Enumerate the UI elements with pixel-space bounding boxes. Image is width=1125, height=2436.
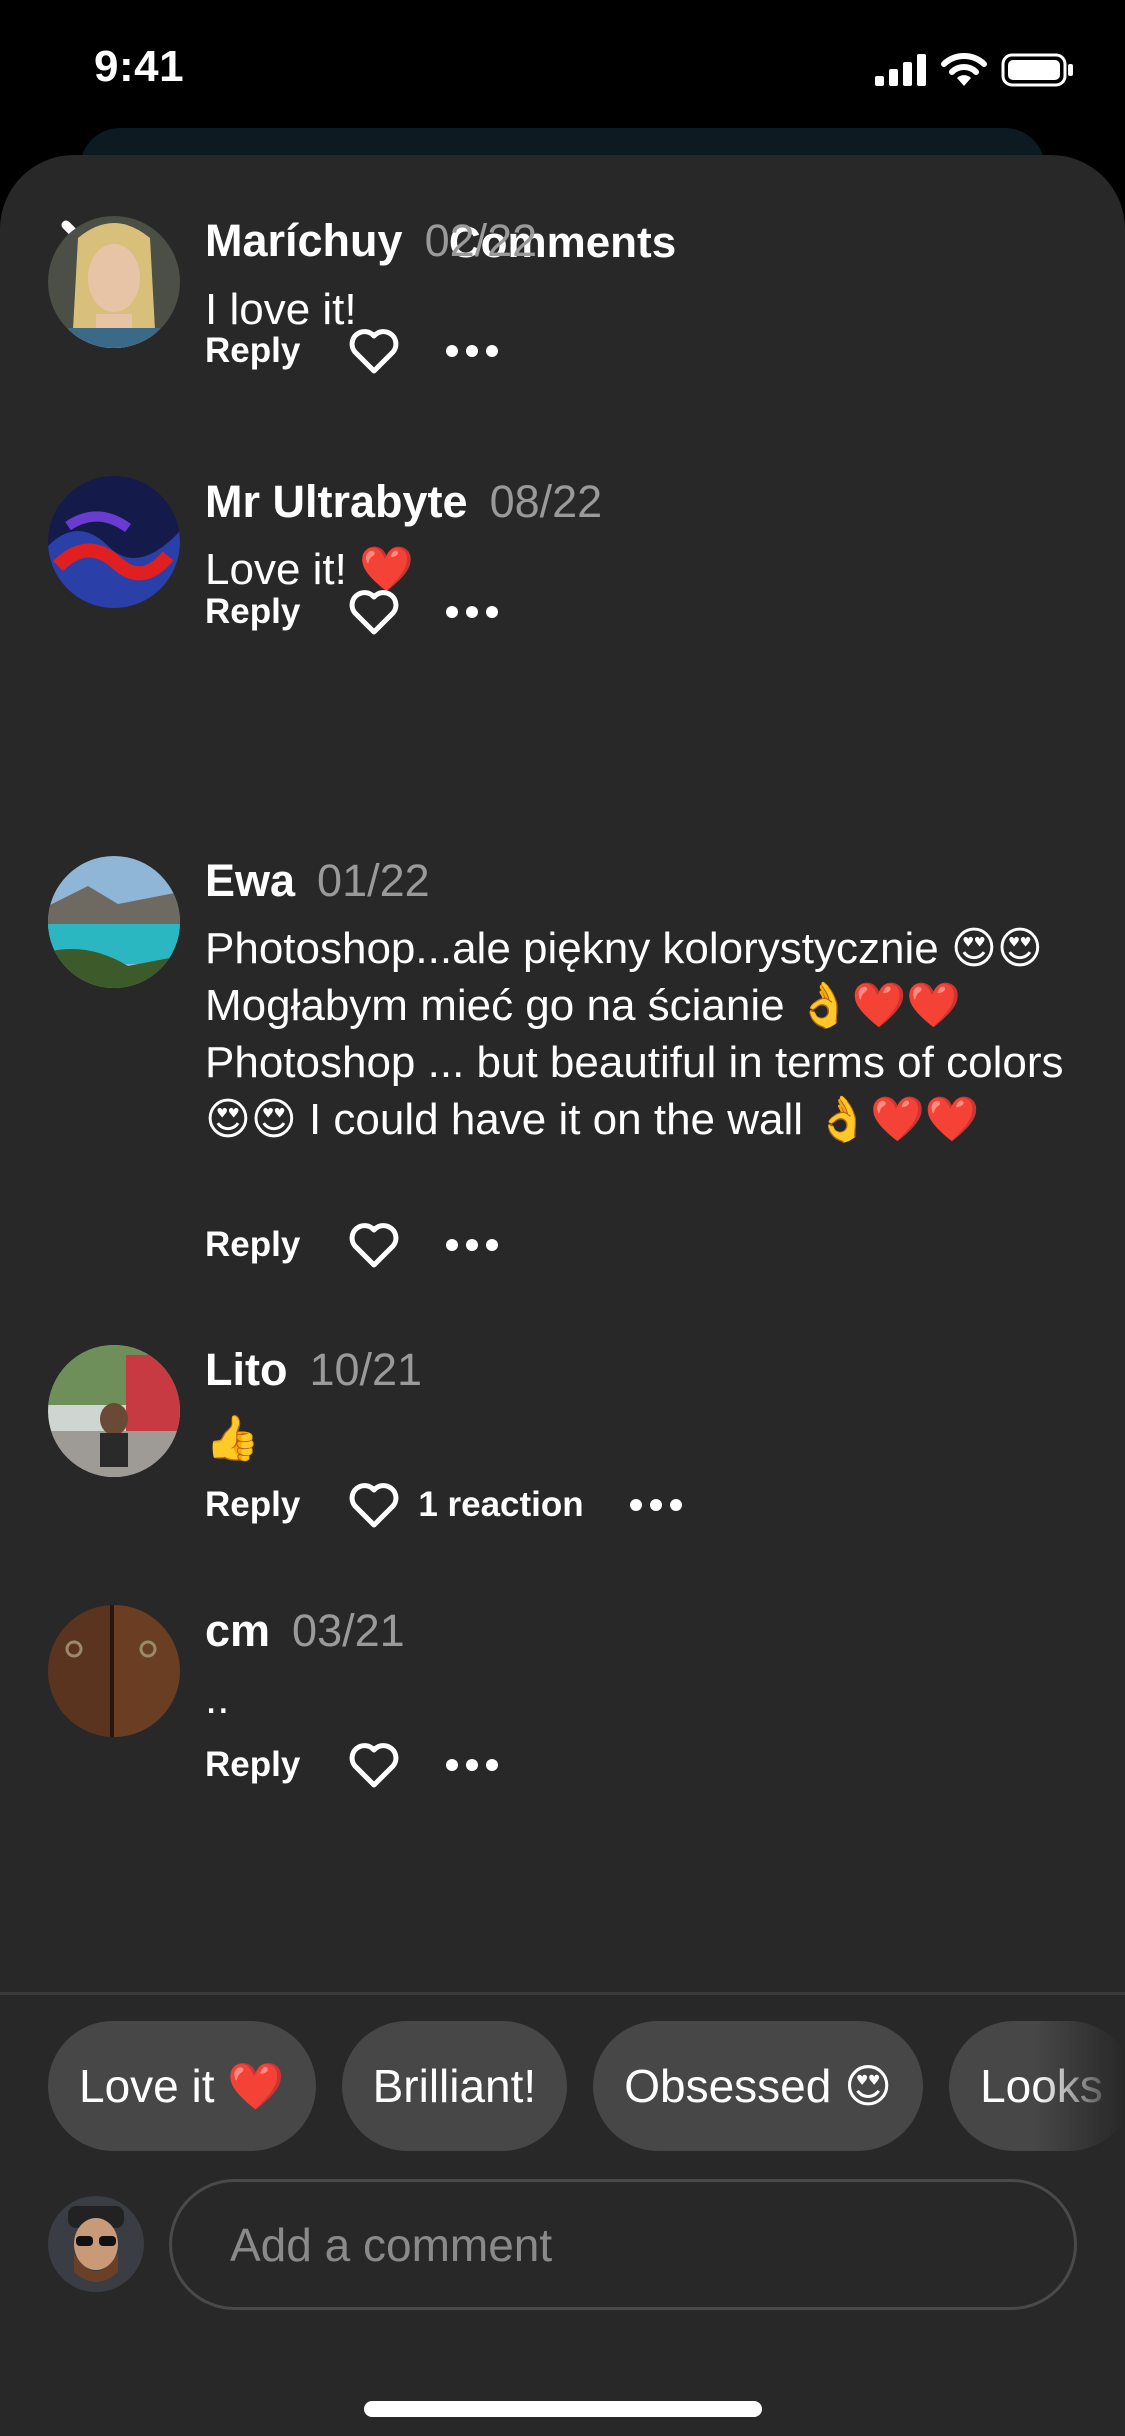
- more-horizontal-icon[interactable]: [446, 1758, 499, 1772]
- more-horizontal-icon[interactable]: [446, 605, 499, 619]
- comment-header: Maríchuy 02/22: [205, 215, 537, 267]
- quick-replies: Love it ❤️ Brilliant! Obsessed 😍 Looks: [48, 2021, 1125, 2151]
- reaction-count[interactable]: 1 reaction: [418, 1485, 583, 1525]
- comment-date: 01/22: [317, 855, 430, 906]
- quick-reply-chip[interactable]: Love it ❤️: [48, 2021, 316, 2151]
- comment-header: Mr Ultrabyte 08/22: [205, 476, 602, 528]
- comment-actions: Reply: [205, 582, 499, 642]
- reply-button[interactable]: Reply: [205, 331, 300, 371]
- reply-button[interactable]: Reply: [205, 592, 300, 632]
- comment-date: 10/21: [309, 1344, 423, 1395]
- comment-actions: Reply: [205, 1215, 499, 1275]
- comment-author[interactable]: Lito: [205, 1344, 287, 1395]
- heart-outline-icon[interactable]: [348, 1221, 400, 1269]
- more-horizontal-icon[interactable]: [446, 344, 499, 358]
- comment-author[interactable]: cm: [205, 1605, 270, 1656]
- comment-input[interactable]: [169, 2179, 1077, 2310]
- current-user-avatar[interactable]: [48, 2196, 144, 2292]
- avatar[interactable]: [48, 216, 180, 348]
- quick-reply-chip[interactable]: Brilliant!: [341, 2021, 568, 2151]
- comment-text: ..: [205, 1674, 230, 1723]
- comment-author[interactable]: Ewa: [205, 855, 295, 906]
- home-indicator: [364, 2401, 762, 2417]
- comment-text: 👍: [205, 1414, 260, 1463]
- comment-author[interactable]: Mr Ultrabyte: [205, 476, 468, 527]
- status-icons: [875, 50, 1075, 90]
- comment-actions: Reply 1 reaction: [205, 1475, 682, 1535]
- composer-divider: [0, 1992, 1125, 1995]
- reply-button[interactable]: Reply: [205, 1745, 300, 1785]
- more-horizontal-icon[interactable]: [446, 1238, 499, 1252]
- reply-button[interactable]: Reply: [205, 1225, 300, 1265]
- avatar[interactable]: [48, 1345, 180, 1477]
- reply-button[interactable]: Reply: [205, 1485, 300, 1525]
- comment-date: 02/22: [424, 215, 538, 266]
- heart-outline-icon[interactable]: [348, 1741, 400, 1789]
- chips-fade: [1035, 2021, 1125, 2151]
- avatar[interactable]: [48, 1605, 180, 1737]
- comment-header: Ewa 01/22: [205, 855, 430, 907]
- avatar[interactable]: [48, 476, 180, 608]
- comment-date: 08/22: [489, 476, 603, 527]
- comment-actions: Reply: [205, 321, 499, 381]
- comment-text: Photoshop...ale piękny kolorystycznie 😍😍…: [205, 924, 1064, 1144]
- comment-header: cm 03/21: [205, 1605, 405, 1657]
- comment-author[interactable]: Maríchuy: [205, 215, 403, 266]
- status-time: 9:41: [94, 42, 185, 91]
- cellular-signal-icon: [875, 54, 926, 86]
- battery-icon: [1001, 53, 1073, 87]
- comment-actions: Reply: [205, 1735, 499, 1795]
- quick-reply-chip[interactable]: Obsessed 😍: [593, 2021, 924, 2151]
- wifi-icon: [941, 53, 987, 86]
- heart-outline-icon[interactable]: [348, 588, 400, 636]
- avatar[interactable]: [48, 856, 180, 988]
- comment-header: Lito 10/21: [205, 1344, 422, 1396]
- heart-outline-icon[interactable]: [348, 327, 400, 375]
- comment-date: 03/21: [292, 1605, 405, 1656]
- more-horizontal-icon[interactable]: [629, 1498, 682, 1512]
- heart-outline-icon[interactable]: [348, 1481, 400, 1529]
- status-bar: 9:41: [0, 0, 1125, 140]
